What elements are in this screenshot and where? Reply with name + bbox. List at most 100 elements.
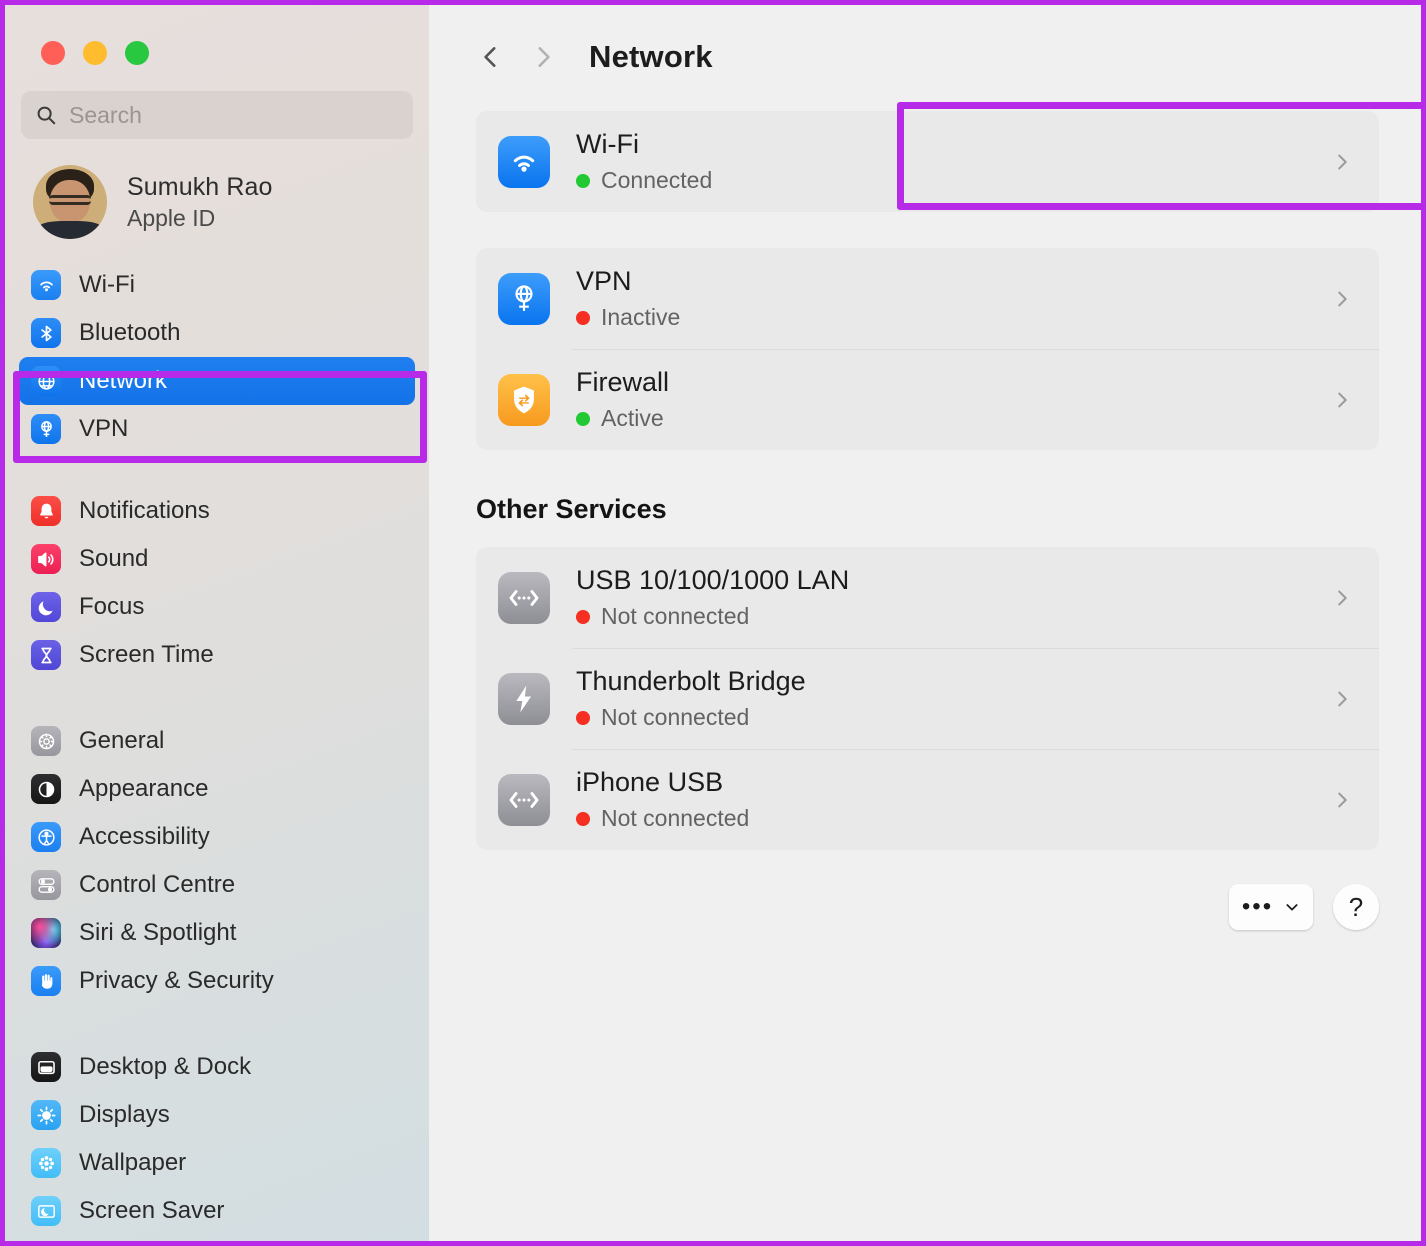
back-button[interactable] bbox=[469, 35, 513, 79]
sidebar-item-privacy-security[interactable]: Privacy & Security bbox=[19, 957, 415, 1005]
sidebar-item-wi-fi[interactable]: Wi-Fi bbox=[19, 261, 415, 309]
sidebar-item-label: Control Centre bbox=[79, 871, 235, 899]
service-row-usb-lan[interactable]: USB 10/100/1000 LAN Not connected bbox=[476, 547, 1379, 648]
service-name: Thunderbolt Bridge bbox=[576, 666, 1331, 697]
maximize-button[interactable] bbox=[125, 41, 149, 65]
footer-actions: ••• ? bbox=[429, 884, 1379, 930]
sidebar-item-wallpaper[interactable]: Wallpaper bbox=[19, 1139, 415, 1187]
sidebar-item-control-centre[interactable]: Control Centre bbox=[19, 861, 415, 909]
close-button[interactable] bbox=[41, 41, 65, 65]
sidebar-group-system: General Appearance bbox=[5, 717, 429, 1005]
service-status: Not connected bbox=[576, 704, 1331, 731]
status-dot-red bbox=[576, 711, 590, 725]
more-dots-label: ••• bbox=[1242, 900, 1273, 914]
sidebar-item-vpn[interactable]: VPN bbox=[19, 405, 415, 453]
search-icon bbox=[35, 104, 57, 126]
sidebar-item-sound[interactable]: Sound bbox=[19, 535, 415, 583]
help-button[interactable]: ? bbox=[1333, 884, 1379, 930]
search-field[interactable] bbox=[21, 91, 413, 139]
globe-icon bbox=[31, 366, 61, 396]
hourglass-icon bbox=[31, 640, 61, 670]
service-row-iphone-usb[interactable]: iPhone USB Not connected bbox=[476, 749, 1379, 850]
sidebar-item-focus[interactable]: Focus bbox=[19, 583, 415, 631]
service-row-wi-fi[interactable]: Wi-Fi Connected bbox=[476, 111, 1379, 212]
chevron-right-icon bbox=[1331, 688, 1353, 710]
sidebar-item-label: Siri & Spotlight bbox=[79, 919, 236, 947]
more-options-button[interactable]: ••• bbox=[1229, 884, 1313, 930]
toolbar: Network bbox=[429, 5, 1421, 79]
service-name: iPhone USB bbox=[576, 767, 1331, 798]
sidebar-item-label: Screen Time bbox=[79, 641, 214, 669]
service-status-text: Active bbox=[601, 405, 664, 432]
sidebar-item-bluetooth[interactable]: Bluetooth bbox=[19, 309, 415, 357]
sidebar-item-screen-saver[interactable]: Screen Saver bbox=[19, 1187, 415, 1235]
moon-icon bbox=[31, 592, 61, 622]
sidebar-item-label: Wi-Fi bbox=[79, 271, 135, 299]
service-status-text: Not connected bbox=[601, 704, 749, 731]
service-name: USB 10/100/1000 LAN bbox=[576, 565, 1331, 596]
gear-icon bbox=[31, 726, 61, 756]
chevron-right-icon bbox=[1331, 587, 1353, 609]
siri-icon bbox=[31, 918, 61, 948]
service-row-firewall[interactable]: Firewall Active bbox=[476, 349, 1379, 450]
ethernet-icon bbox=[498, 572, 550, 624]
sidebar-group-connectivity: Wi-Fi Bluetooth bbox=[5, 261, 429, 453]
service-status: Not connected bbox=[576, 805, 1331, 832]
forward-button[interactable] bbox=[521, 35, 565, 79]
sidebar-item-label: Displays bbox=[79, 1101, 170, 1129]
status-dot-red bbox=[576, 311, 590, 325]
sidebar-item-screen-time[interactable]: Screen Time bbox=[19, 631, 415, 679]
sidebar-item-label: Appearance bbox=[79, 775, 208, 803]
wifi-card: Wi-Fi Connected bbox=[476, 111, 1379, 212]
chevron-right-icon bbox=[1331, 389, 1353, 411]
sidebar: Sumukh Rao Apple ID Wi-Fi bbox=[5, 5, 429, 1241]
sidebar-group-desktop: Desktop & Dock Displays bbox=[5, 1043, 429, 1235]
profile-name: Sumukh Rao bbox=[127, 173, 273, 202]
sidebar-item-desktop-dock[interactable]: Desktop & Dock bbox=[19, 1043, 415, 1091]
control-centre-icon bbox=[31, 870, 61, 900]
accessibility-icon bbox=[31, 822, 61, 852]
sidebar-group-alerts: Notifications Sound Fo bbox=[5, 487, 429, 679]
service-row-vpn[interactable]: VPN Inactive bbox=[476, 248, 1379, 349]
speaker-icon bbox=[31, 544, 61, 574]
sidebar-item-general[interactable]: General bbox=[19, 717, 415, 765]
main-content: Network Wi-Fi Connected bbox=[429, 5, 1421, 1241]
other-services-heading: Other Services bbox=[476, 494, 1421, 525]
minimize-button[interactable] bbox=[83, 41, 107, 65]
sidebar-item-appearance[interactable]: Appearance bbox=[19, 765, 415, 813]
sidebar-item-label: VPN bbox=[79, 415, 128, 443]
bluetooth-icon bbox=[31, 318, 61, 348]
help-label: ? bbox=[1349, 892, 1363, 923]
service-status-text: Not connected bbox=[601, 805, 749, 832]
sidebar-item-label: Wallpaper bbox=[79, 1149, 186, 1177]
appearance-icon bbox=[31, 774, 61, 804]
sidebar-item-siri-spotlight[interactable]: Siri & Spotlight bbox=[19, 909, 415, 957]
thunderbolt-icon bbox=[498, 673, 550, 725]
wifi-icon bbox=[498, 136, 550, 188]
avatar bbox=[33, 165, 107, 239]
sidebar-item-label: Bluetooth bbox=[79, 319, 180, 347]
service-row-thunderbolt-bridge[interactable]: Thunderbolt Bridge Not connected bbox=[476, 648, 1379, 749]
sidebar-item-displays[interactable]: Displays bbox=[19, 1091, 415, 1139]
sidebar-item-label: Screen Saver bbox=[79, 1197, 224, 1225]
sidebar-item-network[interactable]: Network bbox=[19, 357, 415, 405]
sidebar-item-label: General bbox=[79, 727, 164, 755]
service-status-text: Connected bbox=[601, 167, 712, 194]
vpn-firewall-card: VPN Inactive bbox=[476, 248, 1379, 450]
sidebar-item-accessibility[interactable]: Accessibility bbox=[19, 813, 415, 861]
chevron-down-icon bbox=[1284, 899, 1300, 915]
apple-id-profile-row[interactable]: Sumukh Rao Apple ID bbox=[33, 165, 429, 239]
sidebar-item-notifications[interactable]: Notifications bbox=[19, 487, 415, 535]
service-status: Not connected bbox=[576, 603, 1331, 630]
service-name: VPN bbox=[576, 266, 1331, 297]
ethernet-icon bbox=[498, 774, 550, 826]
system-settings-window: Sumukh Rao Apple ID Wi-Fi bbox=[0, 0, 1426, 1246]
sidebar-item-label: Notifications bbox=[79, 497, 210, 525]
sidebar-item-label: Network bbox=[79, 367, 167, 395]
search-input[interactable] bbox=[69, 102, 399, 129]
sidebar-item-label: Desktop & Dock bbox=[79, 1053, 251, 1081]
profile-subtitle: Apple ID bbox=[127, 205, 273, 232]
status-dot-green bbox=[576, 174, 590, 188]
wallpaper-icon bbox=[31, 1148, 61, 1178]
status-dot-red bbox=[576, 812, 590, 826]
